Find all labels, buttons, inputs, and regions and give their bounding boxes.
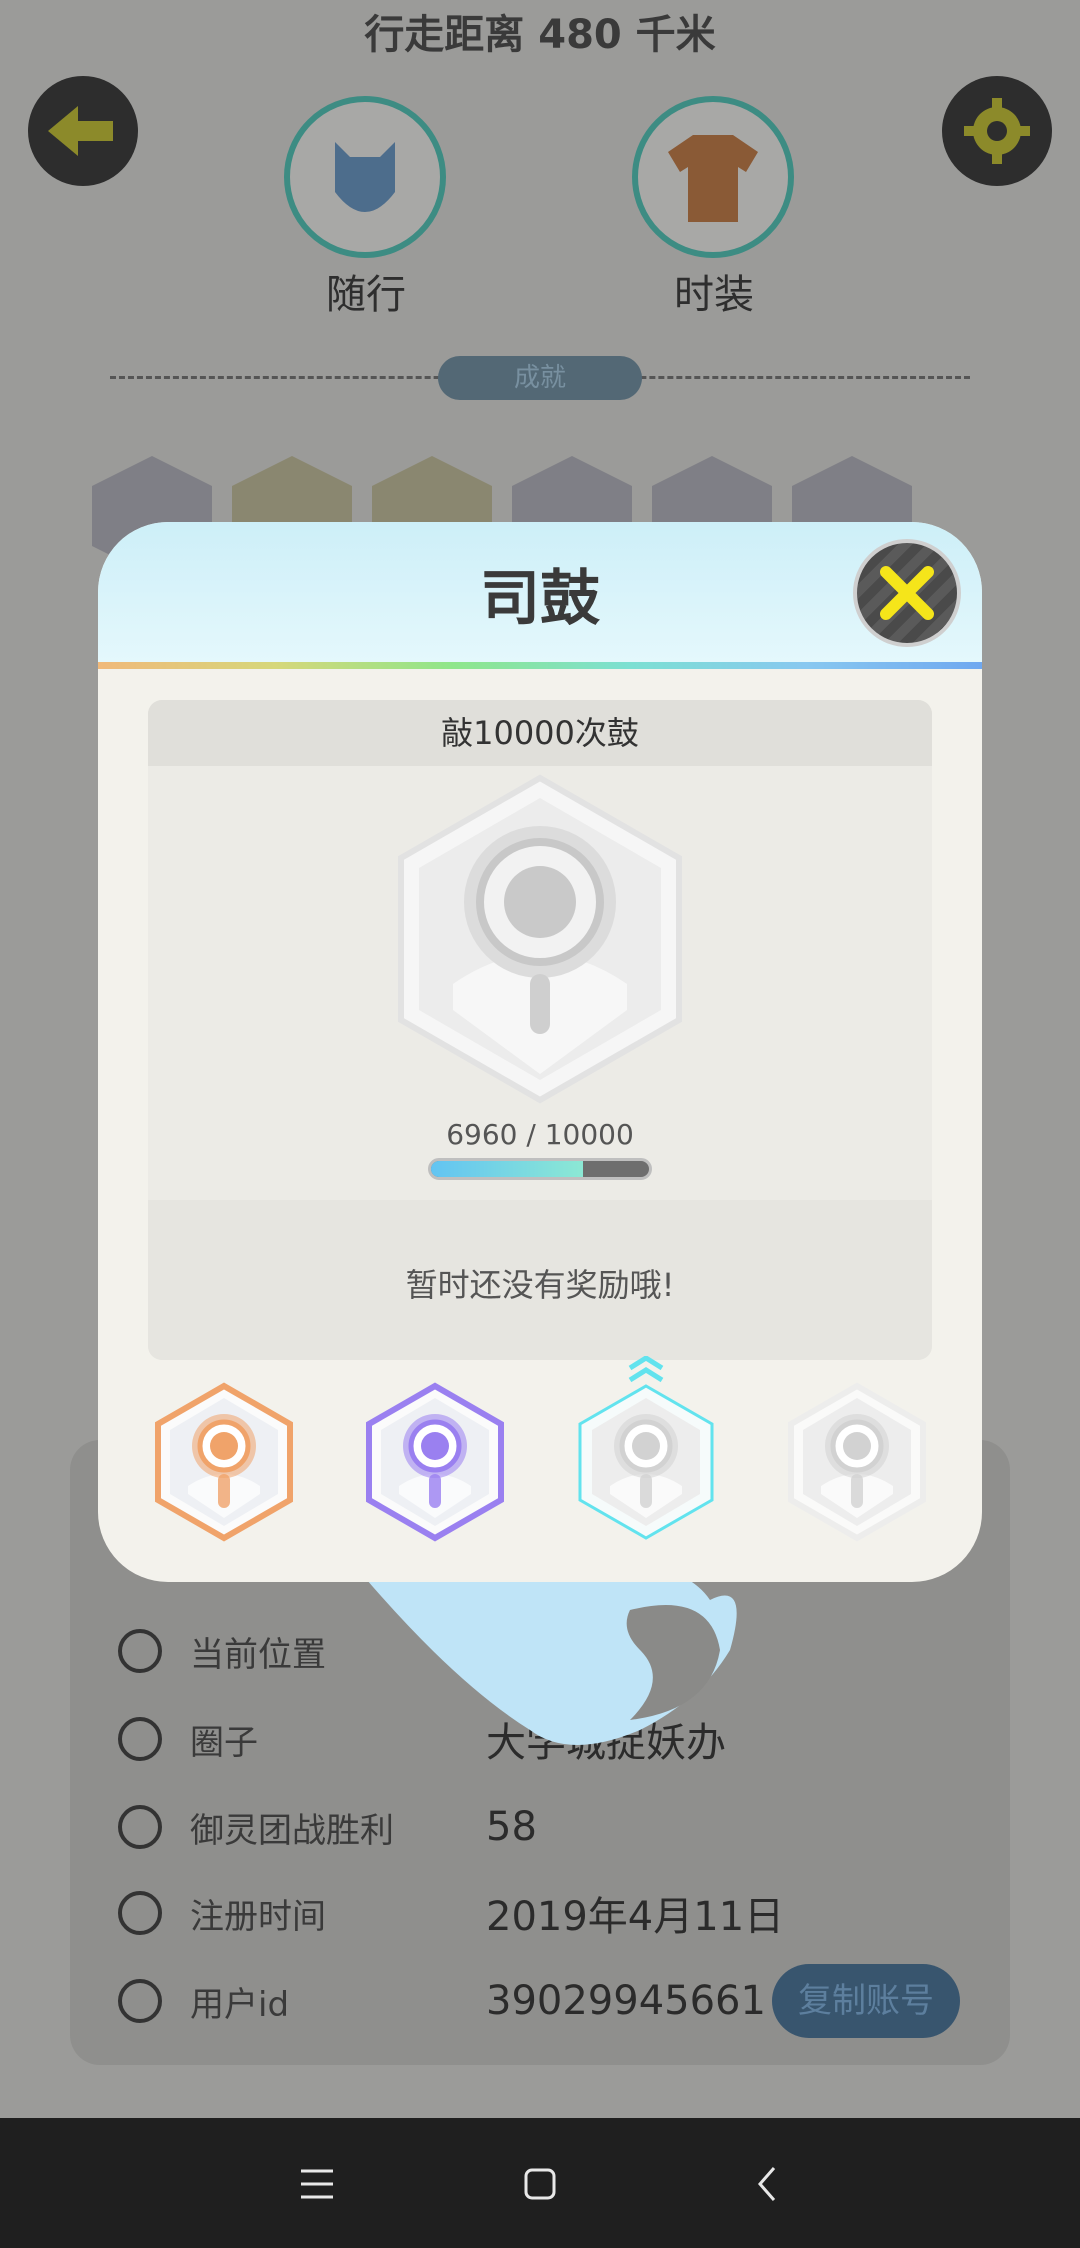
tier-badge-purple[interactable] (363, 1382, 507, 1546)
drum-badge-large (398, 774, 682, 1104)
distance-title: 行走距离 480 千米 (364, 12, 716, 58)
trophy-icon (118, 1805, 162, 1849)
progress-text: 6960 / 10000 (446, 1118, 634, 1151)
settings-button[interactable] (942, 76, 1052, 186)
header-divider (98, 662, 982, 669)
requirement-text: 敲10000次鼓 (148, 700, 932, 766)
companion-avatar[interactable] (284, 96, 446, 258)
outfit-icon (668, 135, 758, 222)
close-icon (880, 566, 934, 620)
info-value: 39029945661 (486, 1978, 766, 2024)
menu-button[interactable] (277, 2144, 357, 2224)
tab-outfit[interactable]: 时装 (604, 262, 824, 320)
back-icon (758, 2167, 776, 2201)
location-icon (118, 1629, 162, 1673)
info-key: 用户id (190, 1984, 290, 2025)
info-value: 2019年4月11日 (486, 1894, 785, 1940)
id-card-icon (118, 1979, 162, 2023)
home-button[interactable] (500, 2144, 580, 2224)
info-key: 御灵团战胜利 (190, 1810, 394, 1851)
home-icon (524, 2168, 556, 2200)
back-button[interactable] (28, 76, 138, 186)
achievement-detail-panel: 敲10000次鼓 6960 / 10000 暂时还没有奖励哦! (148, 700, 932, 1360)
clock-icon (118, 1891, 162, 1935)
menu-icon (301, 2169, 333, 2199)
back-nav-button[interactable] (727, 2144, 807, 2224)
modal-title: 司鼓 (480, 564, 600, 634)
speech-bubble-tail (350, 1560, 737, 1745)
close-button[interactable] (853, 539, 961, 647)
outfit-avatar[interactable] (632, 96, 794, 258)
progress-fill (431, 1161, 583, 1177)
circle-icon (118, 1717, 162, 1761)
reward-text: 暂时还没有奖励哦! (405, 1266, 675, 1304)
tier-badge-gold[interactable] (785, 1382, 929, 1546)
tier-badge-silver[interactable] (574, 1356, 718, 1546)
tier-badge-bronze[interactable] (152, 1382, 296, 1546)
info-value: 58 (486, 1804, 537, 1850)
info-key: 注册时间 (190, 1896, 326, 1937)
tab-companion[interactable]: 随行 (256, 262, 476, 320)
info-row-registered: 注册时间 2019年4月11日 (118, 1878, 998, 1948)
current-tier-indicator-icon (628, 1356, 664, 1383)
companion-icon (335, 142, 395, 212)
gear-icon (964, 98, 1030, 164)
section-label-achievements: 成就 (438, 356, 642, 400)
info-row-wins: 御灵团战胜利 58 (118, 1792, 998, 1862)
progress-bar (428, 1158, 652, 1180)
back-arrow-icon (48, 106, 113, 156)
copy-account-button[interactable]: 复制账号 (772, 1964, 960, 2038)
